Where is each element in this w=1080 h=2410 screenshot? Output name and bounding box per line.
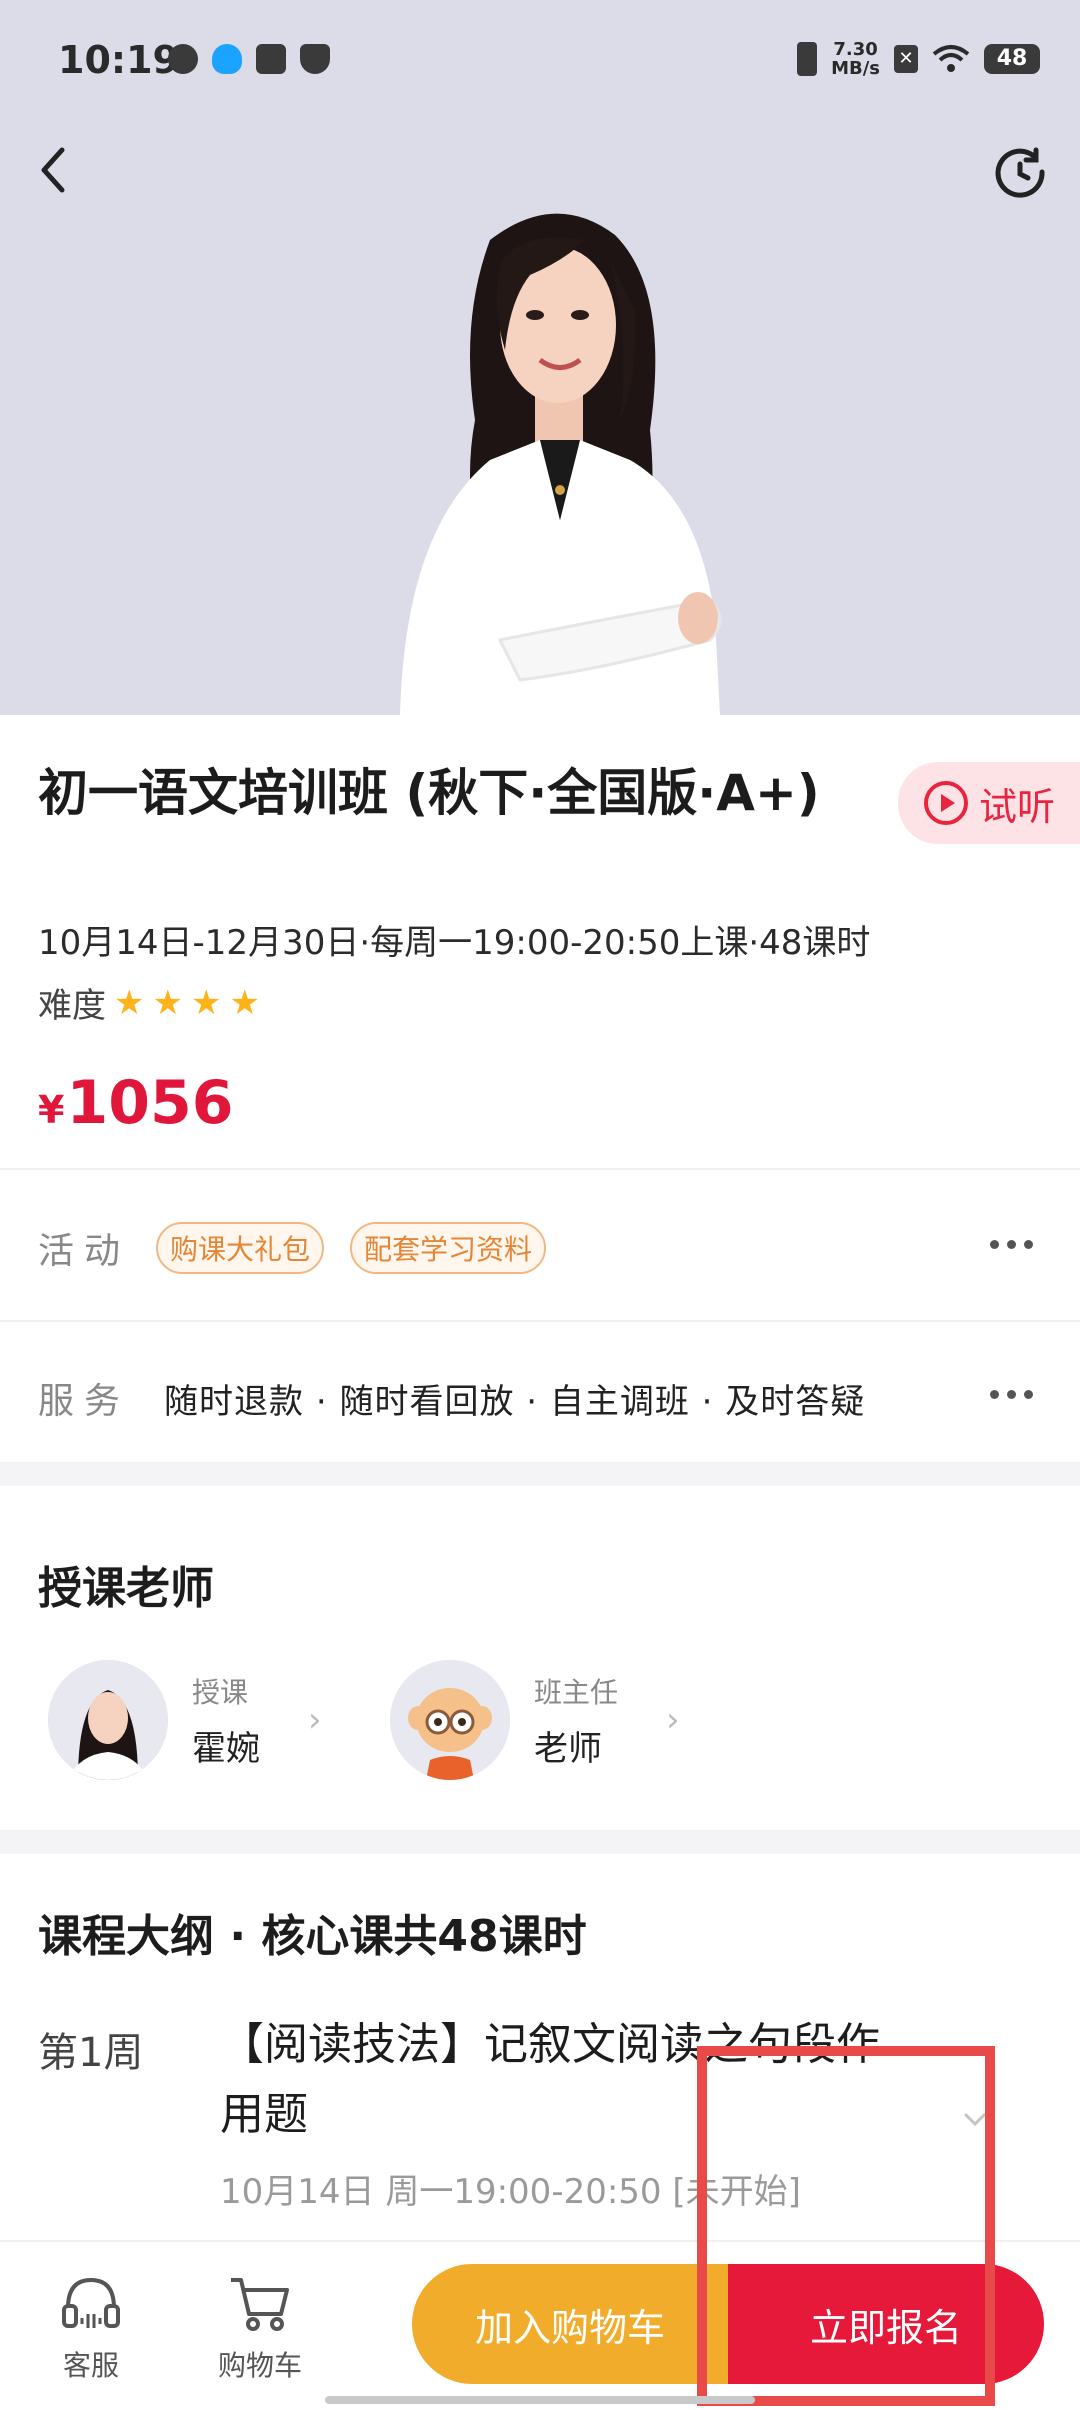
teachers-section-title: 授课老师 (38, 1563, 214, 1614)
play-icon (923, 781, 968, 825)
app-notification-icon (168, 44, 198, 74)
home-indicator[interactable] (325, 2396, 755, 2404)
cart-label: 购物车 (218, 2349, 303, 2382)
activities-row[interactable]: 活动 购课大礼包 配套学习资料 (38, 1222, 547, 1274)
chevron-right-icon: › (666, 1700, 680, 1740)
teacher-name: 老师 (534, 1728, 602, 1769)
activity-tag-materials[interactable]: 配套学习资料 (350, 1222, 547, 1274)
difficulty-rating: 难度 ★ ★ ★ ★ (38, 978, 260, 1027)
avatar (390, 1660, 510, 1780)
cart-button[interactable]: 购物车 (218, 2272, 302, 2384)
teacher-photo (400, 213, 722, 715)
star-icon: ★ (190, 982, 222, 1023)
avatar (48, 1660, 168, 1780)
add-to-cart-button[interactable]: 加入购物车 (412, 2264, 728, 2384)
trial-button[interactable]: 试听 (898, 762, 1080, 844)
qq-icon (212, 44, 242, 74)
wifi-icon (932, 45, 970, 72)
teacher-role: 授课 (192, 1675, 249, 1709)
chevron-right-icon: › (308, 1700, 322, 1740)
vibrate-icon (797, 42, 818, 76)
section-separator (0, 1830, 1080, 1854)
network-speed: 7.30 MB/s (831, 39, 880, 79)
status-system-icons: 7.30 MB/s ✕ 48 (797, 40, 1040, 78)
history-icon[interactable] (990, 142, 1050, 202)
services-row[interactable]: 服务 随时退款 · 随时看回放 · 自主调班 · 及时答疑 (38, 1372, 865, 1424)
price-value: 1056 (66, 1068, 234, 1138)
shield-icon (300, 44, 330, 74)
activities-label: 活动 (38, 1231, 131, 1272)
activity-tag-gift[interactable]: 购课大礼包 (156, 1222, 325, 1274)
teacher-card-homeroom[interactable]: 班主任 老师 › (390, 1660, 680, 1780)
syllabus-section-title: 课程大纲 · 核心课共48课时 (38, 1911, 587, 1962)
teacher-name: 霍婉 (192, 1728, 260, 1769)
course-title: 初一语文培训班 (秋下·全国版·A+) (38, 764, 820, 822)
highlight-box (697, 2046, 995, 2406)
currency-symbol: ¥ (38, 1088, 65, 1132)
back-button[interactable] (28, 140, 78, 200)
sim-icon: ✕ (894, 45, 918, 73)
services-label: 服务 (38, 1381, 131, 1422)
section-separator (0, 1462, 1080, 1486)
status-time: 10:19 (58, 38, 179, 82)
star-icon: ★ (152, 982, 183, 1023)
status-notification-icons (168, 44, 330, 74)
services-text: 随时退款 · 随时看回放 · 自主调班 · 及时答疑 (164, 1381, 866, 1422)
course-price: ¥1056 (38, 1068, 233, 1138)
star-icon: ★ (229, 982, 260, 1023)
hero-banner (0, 0, 1080, 715)
headset-icon (62, 2277, 120, 2328)
course-schedule: 10月14日-12月30日·每周一19:00-20:50上课·48课时 (38, 923, 871, 963)
difficulty-label: 难度 (38, 986, 106, 1026)
week-label: 第1周 (38, 2030, 144, 2076)
star-icon: ★ (114, 982, 145, 1023)
customer-service-label: 客服 (62, 2349, 119, 2382)
battery-icon: 48 (984, 44, 1040, 74)
divider (0, 1320, 1080, 1322)
customer-service-button[interactable]: 客服 (60, 2272, 122, 2384)
activities-more-icon[interactable] (990, 1238, 1040, 1250)
teacher-card-main[interactable]: 授课 霍婉 › (48, 1660, 322, 1780)
services-more-icon[interactable] (990, 1388, 1040, 1400)
trial-label: 试听 (978, 784, 1055, 829)
teacher-role: 班主任 (534, 1675, 619, 1709)
cart-icon (231, 2278, 289, 2331)
divider (0, 1168, 1080, 1170)
mail-icon (256, 44, 286, 74)
